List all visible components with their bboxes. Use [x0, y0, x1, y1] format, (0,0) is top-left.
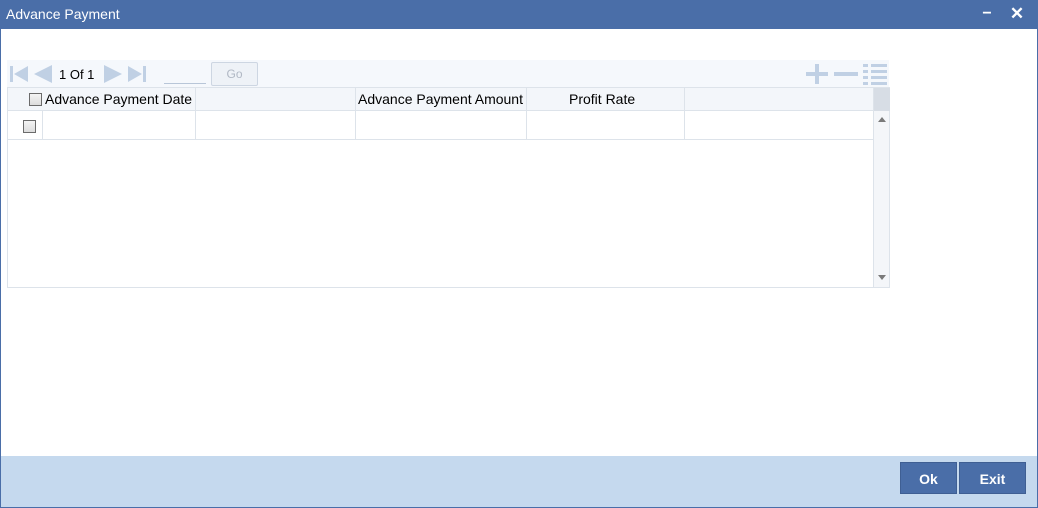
header-advance-payment-amount: Advance Payment Amount: [356, 88, 527, 111]
close-icon[interactable]: ✕: [1005, 1, 1029, 29]
column-header-label: Advance Payment Date: [45, 91, 193, 107]
grid-header: Advance Payment Date Advance Payment Amo…: [8, 88, 873, 111]
advance-payment-date-cell[interactable]: [43, 111, 196, 140]
row-select-cell: [8, 111, 43, 140]
window-title: Advance Payment: [6, 6, 120, 22]
header-extra-column: [685, 88, 873, 111]
column-header-label: Advance Payment Amount: [358, 91, 523, 107]
ok-button[interactable]: Ok: [900, 462, 957, 494]
last-page-icon[interactable]: [127, 65, 149, 83]
scrollbar-header: [874, 88, 890, 111]
advance-payment-grid: Advance Payment Date Advance Payment Amo…: [7, 87, 890, 288]
single-view-icon[interactable]: [863, 64, 887, 86]
header-blank-column: [196, 88, 356, 111]
header-profit-rate: Profit Rate: [527, 88, 685, 111]
extra-cell[interactable]: [685, 111, 873, 140]
scroll-down-icon[interactable]: [878, 275, 886, 280]
header-advance-payment-date: Advance Payment Date: [8, 88, 196, 111]
first-page-icon[interactable]: [9, 65, 29, 83]
vertical-scrollbar[interactable]: [873, 88, 890, 287]
title-bar[interactable]: Advance Payment − ✕: [1, 1, 1037, 29]
minimize-icon[interactable]: −: [975, 1, 999, 29]
advance-payment-window: Advance Payment − ✕ 1 Of 1 Go Advance Pa…: [0, 0, 1038, 508]
grid-toolbar: 1 Of 1 Go: [7, 60, 889, 88]
select-all-checkbox[interactable]: [29, 93, 42, 106]
go-button[interactable]: Go: [211, 62, 258, 86]
scroll-up-icon[interactable]: [878, 117, 886, 122]
add-row-icon[interactable]: [805, 64, 829, 84]
footer-bar: Ok Exit: [1, 456, 1037, 507]
advance-payment-amount-cell[interactable]: [356, 111, 527, 140]
delete-row-icon[interactable]: [833, 64, 859, 84]
profit-rate-cell[interactable]: [527, 111, 685, 140]
column-header-label: Profit Rate: [569, 91, 636, 107]
table-row[interactable]: [8, 111, 873, 140]
row-select-checkbox[interactable]: [23, 120, 36, 133]
page-number-input[interactable]: [164, 64, 206, 84]
exit-button[interactable]: Exit: [959, 462, 1026, 494]
next-page-icon[interactable]: [103, 65, 123, 83]
blank-cell[interactable]: [196, 111, 356, 140]
page-indicator: 1 Of 1: [59, 67, 95, 82]
previous-page-icon[interactable]: [33, 65, 53, 83]
